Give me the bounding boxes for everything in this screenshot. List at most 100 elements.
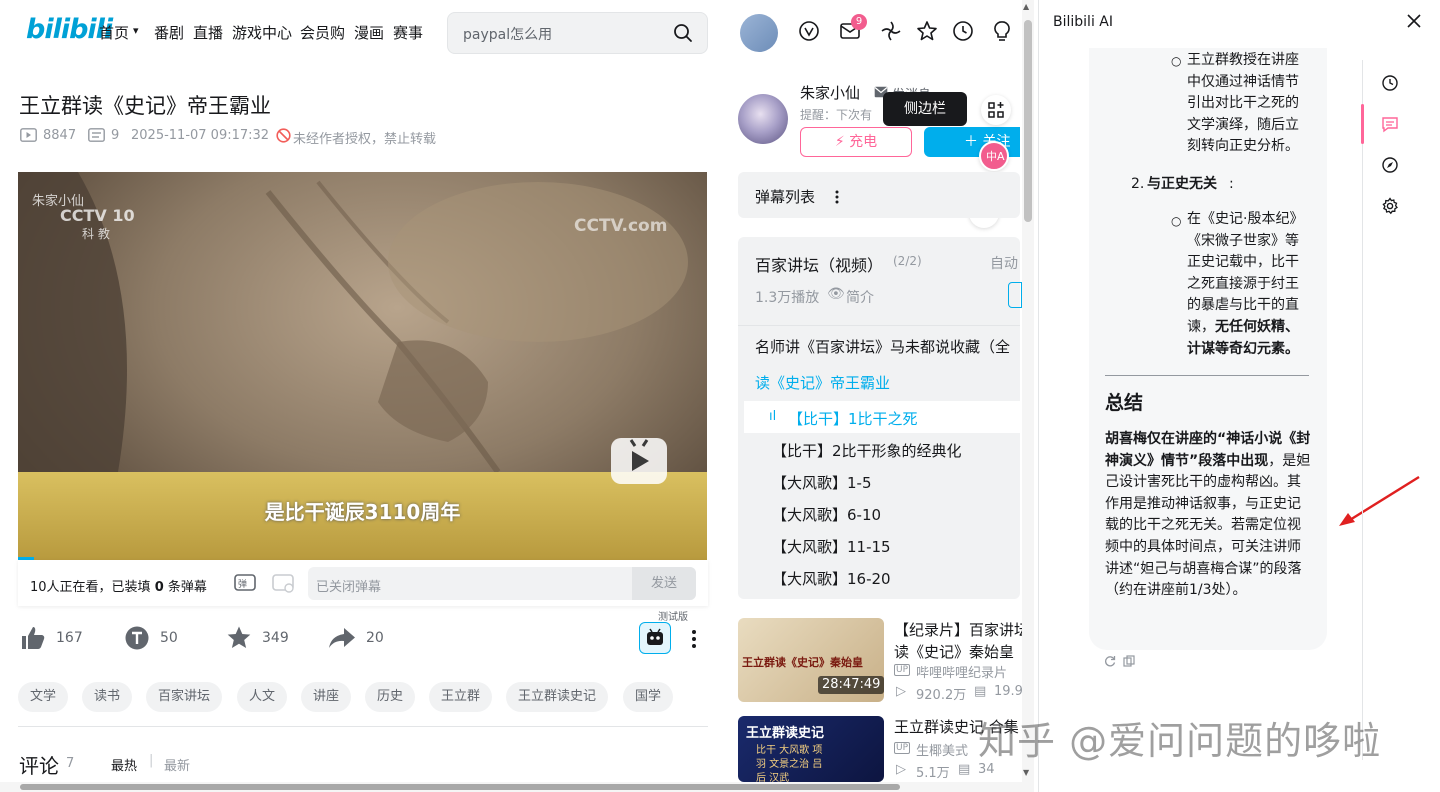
danmaku-send-button[interactable]: 发送 xyxy=(632,567,696,600)
subscribe-collection-button[interactable] xyxy=(1008,282,1022,308)
tag-item[interactable]: 历史 xyxy=(365,682,416,712)
autoplay-toggle[interactable]: 自动 xyxy=(990,253,1018,273)
coin-count: 50 xyxy=(160,630,178,646)
danmaku-list-title: 弹幕列表 xyxy=(755,188,816,206)
nav-game-center[interactable]: 游戏中心 xyxy=(232,22,292,43)
danmaku-input[interactable]: 已关闭弹幕 xyxy=(316,576,381,595)
lightning-icon: ⚡ xyxy=(834,134,850,150)
no-repost-icon xyxy=(276,128,291,143)
play-icon[interactable] xyxy=(611,438,667,484)
episode-item[interactable]: 【大风歌】16-20 xyxy=(772,568,891,589)
danmaku-toggle-icon[interactable]: 弹 xyxy=(234,572,258,594)
more-vertical-icon[interactable] xyxy=(834,189,840,205)
ai-divider xyxy=(1105,375,1309,376)
ai-summary-title: 总结 xyxy=(1105,392,1144,414)
nav-anime[interactable]: 番剧 xyxy=(154,22,184,43)
recommend-uploader[interactable]: 哔哩哔哩纪录片 xyxy=(916,662,1007,681)
lightbulb-icon[interactable] xyxy=(991,20,1013,42)
sort-hot-tab[interactable]: 最热 xyxy=(111,755,137,774)
nav-manga[interactable]: 漫画 xyxy=(354,22,384,43)
chat-icon[interactable] xyxy=(1381,115,1399,133)
gear-icon[interactable] xyxy=(1381,197,1399,215)
horizontal-scroll-thumb[interactable] xyxy=(20,784,900,790)
search-box[interactable]: paypal怎么用 xyxy=(447,12,708,54)
refresh-icon[interactable] xyxy=(1104,655,1116,667)
recommend-views: 5.1万 xyxy=(916,766,950,781)
scroll-down-icon[interactable]: ▼ xyxy=(1023,768,1029,777)
danmaku-settings-icon[interactable] xyxy=(272,572,296,594)
tag-item[interactable]: 文学 xyxy=(18,682,69,712)
tag-item[interactable]: 王立群读史记 xyxy=(506,682,609,712)
user-avatar[interactable] xyxy=(740,14,778,52)
tag-item[interactable]: 国学 xyxy=(623,682,674,712)
nav-live[interactable]: 直播 xyxy=(193,22,223,43)
recommend-danmaku: 19.9 xyxy=(994,684,1023,699)
recommend-title-line2[interactable]: 读《史记》秦始皇 xyxy=(894,641,1014,663)
danmaku-bar: 10人正在看，已装填 0 条弹幕 弹 已关闭弹幕 发送 xyxy=(18,560,708,606)
cctv-com-logo: CCTV.com xyxy=(574,216,668,236)
tag-item[interactable]: 人文 xyxy=(237,682,288,712)
tag-item[interactable]: 讲座 xyxy=(301,682,352,712)
video-subtitle: 是比干诞辰3110周年 xyxy=(264,500,461,524)
sidebar-toggle-button[interactable] xyxy=(981,95,1011,125)
favorite-star-icon[interactable] xyxy=(916,20,938,42)
charge-button[interactable]: ⚡ 充电 xyxy=(800,127,912,157)
vertical-scroll-thumb[interactable] xyxy=(1024,20,1032,222)
favorite-button[interactable]: 349 xyxy=(226,624,289,652)
search-input[interactable]: paypal怎么用 xyxy=(463,24,552,44)
like-button[interactable]: 167 xyxy=(20,624,83,652)
compass-icon[interactable] xyxy=(1381,156,1399,174)
publish-date: 2025-11-07 09:17:32 xyxy=(131,128,270,143)
current-collection[interactable]: 读《史记》帝王霸业 xyxy=(755,372,890,393)
episode-item[interactable]: 【大风歌】1-5 xyxy=(772,472,872,493)
recommend-uploader[interactable]: 生椰美式 xyxy=(916,740,968,759)
share-button[interactable]: 20 xyxy=(328,624,384,652)
scroll-up-icon[interactable]: ▲ xyxy=(1023,2,1029,11)
uploader-name[interactable]: 朱家小仙 xyxy=(800,82,860,103)
coin-icon xyxy=(125,626,149,650)
danmaku-count-icon: ▤ xyxy=(958,762,971,777)
vip-icon[interactable] xyxy=(798,20,820,42)
danmaku-input-box[interactable]: 已关闭弹幕 发送 xyxy=(308,567,696,600)
coin-button[interactable]: 50 xyxy=(124,624,178,652)
more-vertical-icon[interactable] xyxy=(690,628,698,650)
bullet-icon: ○ xyxy=(1171,214,1182,228)
video-player[interactable]: 朱家小仙 CCTV 10 科 教 CCTV.com 是比干诞辰3110周年 xyxy=(18,172,707,560)
danmaku-list-panel[interactable]: 弹幕列表 xyxy=(738,172,1020,218)
search-icon[interactable] xyxy=(673,23,693,43)
recommend-thumbnail[interactable]: 王立群读《史记》秦始皇 28:47:49 xyxy=(738,618,884,702)
nav-esports[interactable]: 赛事 xyxy=(393,22,423,43)
ai-assistant-button[interactable] xyxy=(639,622,671,654)
ai-top-text: 王立群教授在讲座中仅通过神话情节引出对比干之死的文学演绎，随后立刻转向正史分析。 xyxy=(1187,52,1299,155)
episode-item[interactable]: 【大风歌】11-15 xyxy=(772,536,891,557)
sort-new-tab[interactable]: 最新 xyxy=(164,755,190,774)
sort-divider: | xyxy=(149,753,154,768)
close-icon[interactable] xyxy=(1407,14,1421,28)
nav-mall[interactable]: 会员购 xyxy=(300,22,345,43)
copyright-note: 未经作者授权，禁止转载 xyxy=(293,132,437,147)
playlist-intro-link[interactable]: 简介 xyxy=(846,287,874,307)
tag-item[interactable]: 百家讲坛 xyxy=(146,682,223,712)
collection-group-title[interactable]: 名师讲《百家讲坛》马未都说收藏（全 xyxy=(755,336,1021,357)
history-clock-icon[interactable] xyxy=(952,20,974,42)
comments-title: 评论 xyxy=(19,754,59,778)
episode-item[interactable]: 【比干】2比干形象的经典化 xyxy=(772,440,962,461)
chevron-down-icon[interactable]: ▾ xyxy=(133,24,139,37)
copy-icon[interactable] xyxy=(1123,655,1135,667)
recommend-thumbnail[interactable]: 王立群读史记 比干 大风歌 项羽 文景之治 吕后 汉武 xyxy=(738,716,884,782)
play-button[interactable] xyxy=(611,438,667,484)
sidebar-tooltip: 侧边栏 xyxy=(883,92,967,126)
thumbs-up-icon xyxy=(22,627,45,649)
bullet-icon: ○ xyxy=(1171,54,1182,68)
episode-item-active[interactable]: 【比干】1比干之死 xyxy=(788,408,918,429)
ai-summary-text: 胡喜梅仅在讲座的“神话小说《封神演义》情节”段落中出现，是妲己设计害死比干的虚构… xyxy=(1105,431,1311,599)
nav-home[interactable]: 首页 xyxy=(99,22,129,43)
tag-item[interactable]: 王立群 xyxy=(429,682,493,712)
history-clock-icon[interactable] xyxy=(1381,74,1399,92)
episode-item[interactable]: 【大风歌】6-10 xyxy=(772,504,881,525)
uploader-avatar[interactable] xyxy=(738,94,788,144)
recommend-title[interactable]: 【纪录片】百家讲坛 xyxy=(894,619,1029,641)
dynamic-icon[interactable] xyxy=(880,20,902,42)
translate-button[interactable]: 中A xyxy=(979,141,1009,171)
tag-item[interactable]: 读书 xyxy=(82,682,133,712)
